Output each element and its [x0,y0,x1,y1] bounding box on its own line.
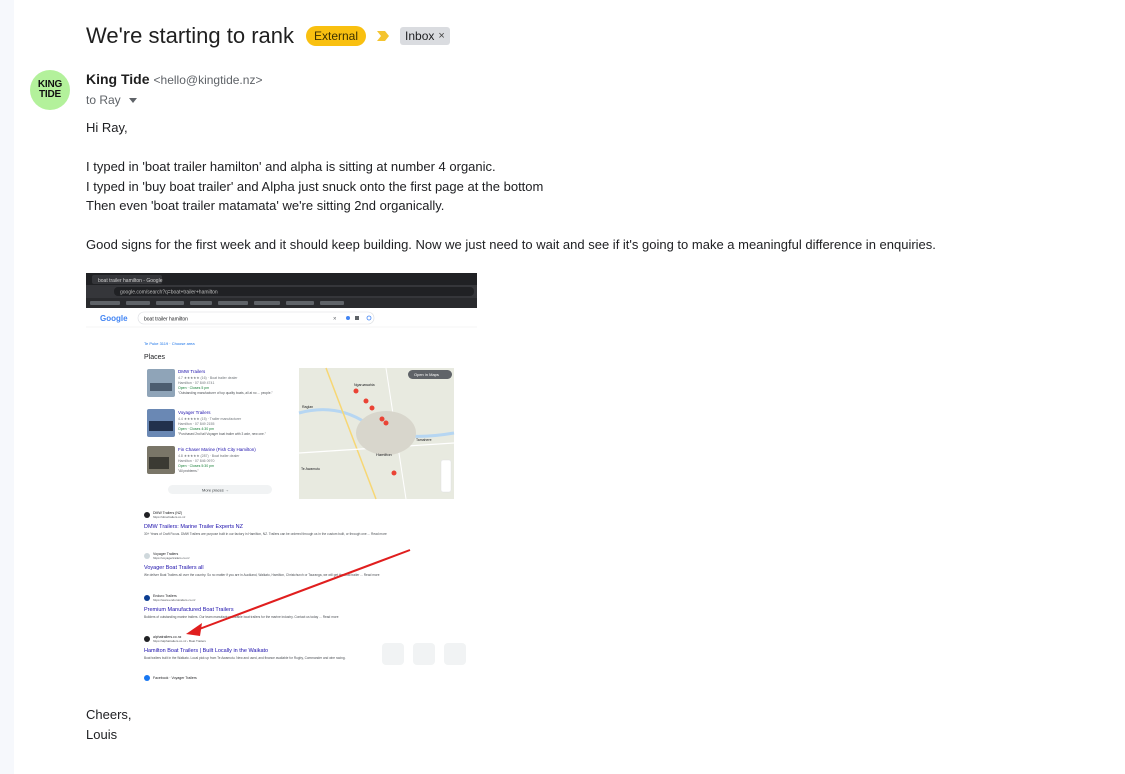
result-2-url: https://voyagertrailers.co.nz [153,556,190,560]
body-line-4: Good signs for the first week and it sho… [86,237,936,252]
sender-row: King Tide <hello@kingtide.nz> [86,71,262,87]
result-5-site: Facebook · Voyager Trailers [153,676,197,680]
body-line-2: I typed in 'buy boat trailer' and Alpha … [86,179,544,194]
map-label-te-awamutu: Te Awamutu [301,467,320,471]
remove-label-icon[interactable]: × [438,30,444,42]
body-greeting: Hi Ray, [86,120,128,135]
places-title: Places [144,354,166,361]
google-logo: Google [100,314,128,323]
recipient-row: to Ray [86,93,137,107]
red-arrow-annotation [186,549,411,636]
place-1-address: Hamilton · 07 849 4741 [178,381,214,385]
recipient-text: to Ray [86,93,121,107]
body-signature: Louis [86,727,118,742]
place-2-name: Voyager Trailers [178,410,211,415]
avatar-text-line2: TIDE [39,89,61,100]
search-query: boat trailer hamilton [144,317,188,323]
place-1-review: "Outstanding manufacturer of top quality… [178,391,273,395]
left-rail [0,0,14,774]
result-3-url: https://www.endurotrailers.co.nz [153,598,196,602]
location-text: Te Puke 3119 · Choose area [144,341,195,346]
google-search-screenshot: boat trailer hamilton - Google google.co… [86,273,477,681]
sender-email: <hello@kingtide.nz> [153,73,263,87]
place-3-name: Fin Chaser Marine (Fish City Hamilton) [178,447,256,452]
place-2-rating: 4.4 ★★★★★ (15) · Trailer manufacturer [178,417,242,421]
sender-avatar[interactable]: KING TIDE [30,70,70,110]
sender-name[interactable]: King Tide [86,71,150,87]
result-1-snippet: 30+ Years of Craft Focus. DMW Trailers a… [144,532,387,536]
body-line-1: I typed in 'boat trailer hamilton' and a… [86,159,496,174]
svg-text:×: × [333,317,337,323]
show-details-caret-icon[interactable] [128,97,137,103]
result-4-title: Hamilton Boat Trailers | Built Locally i… [144,648,268,654]
browser-tab-title: boat trailer hamilton - Google [98,278,163,284]
place-1-rating: 4.7 ★★★★★ (16) · Boat trailer dealer [178,376,238,380]
place-3-address: Hamilton · 07 846 0970 [178,459,214,463]
body-line-3: Then even 'boat trailer matamata' we're … [86,198,445,213]
place-1-hours: Open · Closes 5 pm [178,386,209,390]
result-3-snippet: Builders of outstanding marine trailers.… [144,615,339,619]
place-3-hours: Open · Closes 5:30 pm [178,464,214,468]
result-4-url: https://alphatrailers.co.nz › Boat Trail… [153,639,206,643]
body-signoff: Cheers, [86,707,132,722]
map-label-raglan: Raglan [302,405,313,409]
map-label-tamahere: Tamahere [416,438,432,442]
important-marker-icon[interactable] [376,30,390,42]
map-label-hamilton: Hamilton [376,452,392,457]
place-1-name: DMW Trailers [178,369,206,374]
open-in-maps-button: Open in Maps [414,372,439,377]
browser-url: google.com/search?q=boat+trailer+hamilto… [120,290,218,296]
result-1-title: DMW Trailers: Marine Trailer Experts NZ [144,524,244,530]
inbox-label-text: Inbox [405,29,435,43]
result-4-snippet: Boat trailers built in the Waikato. Loca… [144,656,346,660]
place-2-review: "Purchased 2nd tail Voyager boat trailer… [178,432,266,436]
map-label-ngaruawahia: Ngaruawahia [354,383,375,387]
place-3-review: "All problems." [178,469,199,473]
more-places-button: More places → [202,488,229,493]
external-badge: External [306,26,367,46]
result-2-title: Voyager Boat Trailers all [144,565,204,571]
subject-row: We're starting to rank External Inbox × [86,20,450,52]
inbox-label-chip[interactable]: Inbox × [400,27,450,45]
result-1-url: https://dmwtrailers.co.nz [153,515,186,519]
place-2-hours: Open · Closes 4:30 pm [178,427,214,431]
place-2-address: Hamilton · 07 849 2155 [178,422,214,426]
inline-screenshot-image[interactable]: boat trailer hamilton - Google google.co… [86,273,477,681]
email-subject: We're starting to rank [86,23,294,48]
place-3-rating: 4.8 ★★★★★ (287) · Boat trailer dealer [178,454,240,458]
result-3-title: Premium Manufactured Boat Trailers [144,607,234,613]
